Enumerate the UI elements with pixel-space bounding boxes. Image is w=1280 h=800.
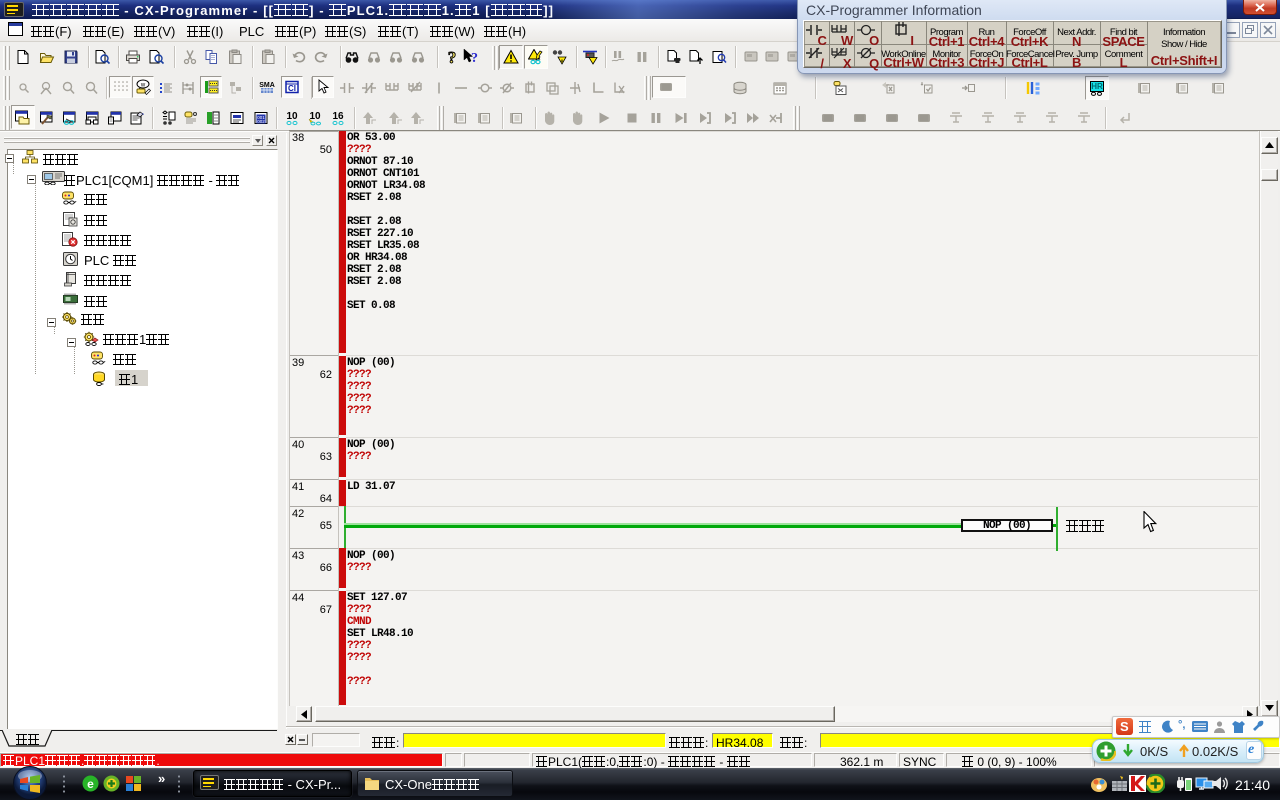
- svg-text:e: e: [87, 777, 94, 791]
